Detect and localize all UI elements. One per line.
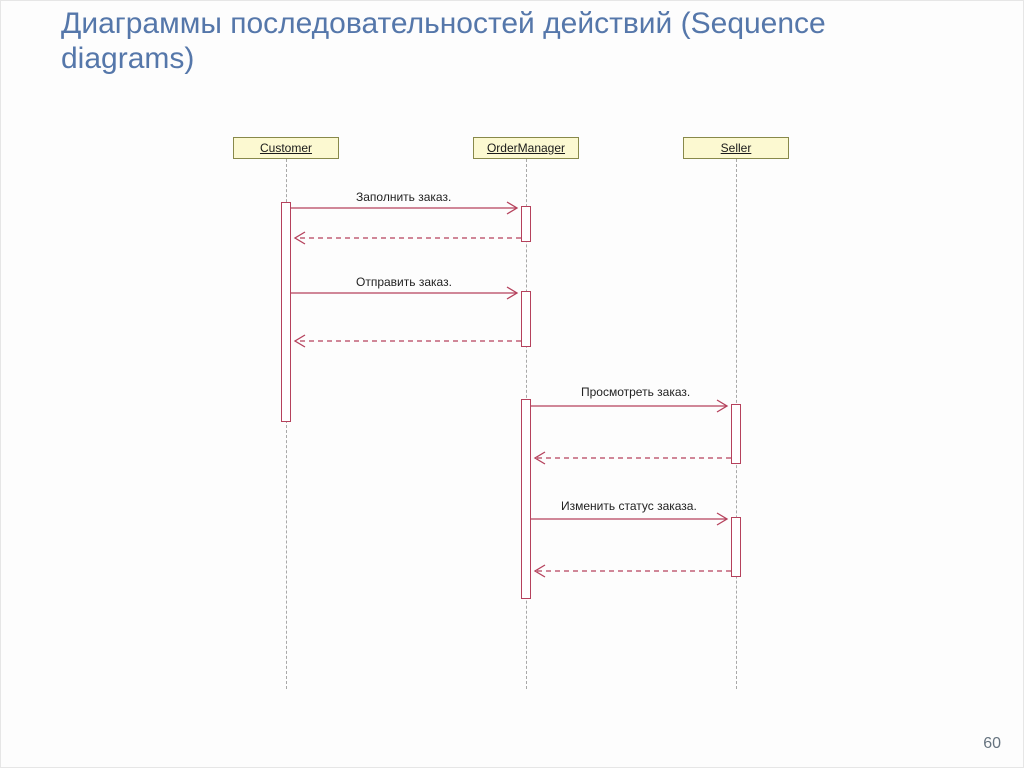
slide-title: Диаграммы последовательностей действий (… — [61, 7, 961, 76]
arrows — [191, 137, 831, 697]
sequence-diagram: Customer OrderManager Seller Заполнить з… — [191, 137, 831, 697]
page-number: 60 — [983, 735, 1001, 753]
slide: Диаграммы последовательностей действий (… — [0, 0, 1024, 768]
